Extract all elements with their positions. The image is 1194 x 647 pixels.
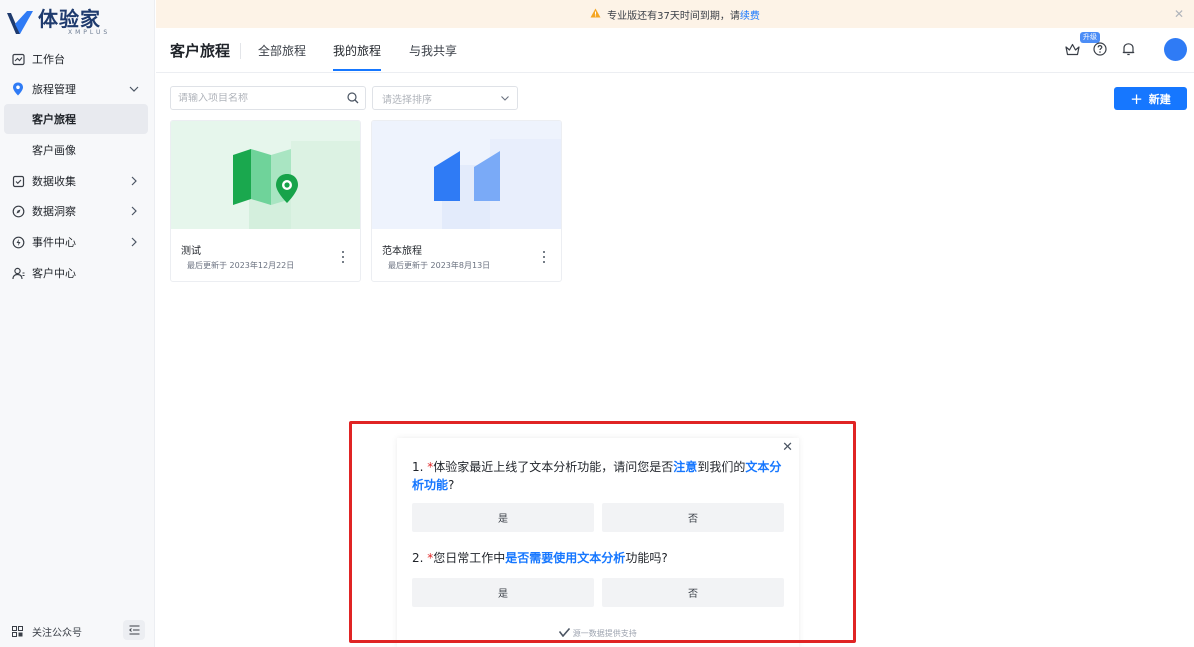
tab-all-journeys[interactable]: 全部旅程 (258, 42, 306, 59)
new-journey-button[interactable]: + 新建 (1114, 87, 1187, 110)
card-title: 范本旅程 (382, 246, 422, 257)
page-header: 客户旅程 全部旅程 我的旅程 与我共享 升级 (156, 28, 1194, 73)
warning-icon (590, 8, 601, 21)
sidebar-item-workbench[interactable]: 工作台 (0, 45, 155, 73)
more-vertical-icon[interactable] (541, 250, 547, 264)
avatar[interactable] (1164, 38, 1187, 61)
sidebar-item-customer-profile[interactable]: 客户画像 (4, 135, 148, 165)
expiry-banner: 专业版还有37天时间到期，请 续费 ✕ (156, 0, 1194, 28)
sidebar-item-label: 事件中心 (32, 236, 76, 249)
brand-name: 体验家 (38, 7, 101, 31)
sidebar-item-label: 数据洞察 (32, 205, 76, 218)
tab-my-journeys[interactable]: 我的旅程 (333, 42, 381, 59)
collapse-sidebar-button[interactable] (123, 620, 145, 640)
journey-card[interactable]: 测试 最后更新于 2023年12月22日 (170, 120, 361, 282)
bell-icon[interactable] (1119, 40, 1137, 58)
active-tab-indicator (333, 69, 381, 71)
map-pin-illustration-icon (233, 141, 360, 229)
help-icon[interactable] (1091, 40, 1109, 58)
chevron-right-icon (127, 174, 141, 188)
search-input[interactable] (178, 92, 338, 104)
sidebar-item-label: 客户旅程 (32, 113, 76, 126)
card-title: 测试 (181, 246, 201, 257)
menu-collapse-icon (128, 625, 139, 635)
sort-select[interactable]: 请选择排序 (372, 86, 518, 110)
page-title: 客户旅程 (170, 42, 231, 60)
sidebar-item-label: 客户画像 (32, 144, 76, 157)
sidebar: 体验家 XMPLUS 工作台 旅程管理 客户旅程 客户画像 数据收集 数据洞察 … (0, 0, 155, 647)
clipboard-icon (11, 174, 25, 188)
more-vertical-icon[interactable] (340, 250, 346, 264)
sidebar-item-event-center[interactable]: 事件中心 (0, 228, 155, 256)
template-journey-illustration-icon (434, 139, 561, 229)
journey-card[interactable]: 范本旅程 最后更新于 2023年8月13日 (371, 120, 562, 282)
sidebar-item-label: 工作台 (32, 53, 65, 66)
brand-logo-icon (7, 11, 33, 34)
sidebar-item-customer-center[interactable]: 客户中心 (0, 259, 155, 287)
search-box[interactable] (170, 86, 366, 110)
tab-shared-with-me[interactable]: 与我共享 (409, 42, 457, 59)
sidebar-item-data-collection[interactable]: 数据收集 (0, 167, 155, 195)
highlight-outline (349, 421, 856, 643)
banner-text: 专业版还有37天时间到期，请 (607, 10, 740, 22)
sidebar-item-label: 客户中心 (32, 267, 76, 280)
crown-icon[interactable] (1063, 40, 1081, 58)
header-divider (240, 43, 241, 59)
close-icon[interactable]: ✕ (1174, 7, 1184, 21)
chart-window-icon (11, 52, 25, 66)
sidebar-item-label: 旅程管理 (32, 83, 76, 96)
follow-official-account[interactable]: 关注公众号 (12, 620, 145, 642)
sort-select-placeholder: 请选择排序 (382, 94, 432, 106)
qr-grid-icon (12, 625, 23, 637)
card-cover (372, 121, 561, 229)
card-updated: 最后更新于 2023年8月13日 (388, 261, 491, 270)
sidebar-item-customer-journey[interactable]: 客户旅程 (4, 104, 148, 134)
chevron-down-icon (127, 82, 141, 96)
sidebar-item-label: 数据收集 (32, 175, 76, 188)
plus-icon: + (1130, 89, 1143, 108)
chevron-right-icon (127, 204, 141, 218)
renew-link[interactable]: 续费 (740, 7, 760, 22)
sidebar-item-data-insight[interactable]: 数据洞察 (0, 197, 155, 225)
brand-logo[interactable]: 体验家 XMPLUS (6, 8, 110, 38)
compass-icon (11, 204, 25, 218)
location-pin-icon (11, 82, 25, 96)
chevron-down-icon (500, 93, 510, 106)
follow-official-account-label: 关注公众号 (32, 627, 82, 639)
sidebar-item-journey-management[interactable]: 旅程管理 (0, 75, 155, 103)
search-icon[interactable] (347, 92, 359, 107)
lightning-icon (11, 235, 25, 249)
card-updated: 最后更新于 2023年12月22日 (187, 261, 295, 270)
user-icon (11, 266, 25, 280)
brand-subname: XMPLUS (68, 29, 111, 36)
chevron-right-icon (127, 235, 141, 249)
new-journey-label: 新建 (1148, 92, 1171, 106)
card-cover (171, 121, 360, 229)
